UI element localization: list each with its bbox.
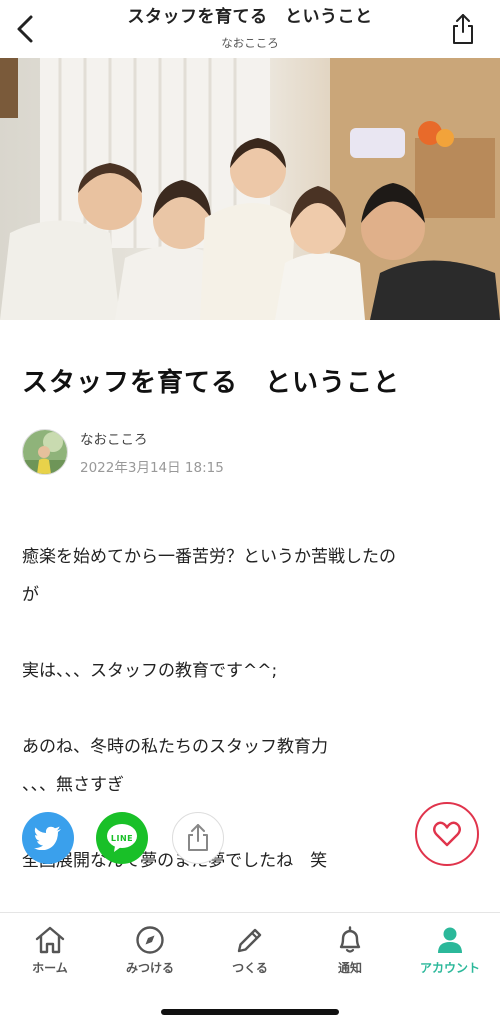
person-icon bbox=[438, 927, 462, 953]
line-share-button[interactable]: LINE bbox=[96, 812, 148, 864]
body-line: 癒楽を始めてから一番苦労？というか苦戦したの bbox=[22, 547, 396, 567]
nav-label: つくる bbox=[232, 961, 268, 975]
nav-home[interactable]: ホーム bbox=[0, 913, 100, 983]
nav-account[interactable]: アカウント bbox=[400, 913, 500, 983]
page-title: スタッフを育てる ということ bbox=[127, 6, 373, 27]
share-icon bbox=[188, 824, 208, 851]
share-icon bbox=[453, 14, 473, 44]
article-body: 癒楽を始めてから一番苦労？というか苦戦したの が 実は、、、スタッフの教育です^… bbox=[22, 538, 482, 880]
body-line: 実は、、、スタッフの教育です^^; bbox=[22, 661, 278, 681]
page-subtitle: なおこころ bbox=[221, 35, 279, 50]
compass-icon bbox=[136, 926, 164, 954]
nav-create[interactable]: つくる bbox=[200, 913, 300, 983]
like-button[interactable] bbox=[415, 802, 479, 866]
post-date: 2022年3月14日 18:15 bbox=[80, 460, 224, 476]
twitter-share-button[interactable] bbox=[22, 812, 74, 864]
avatar[interactable] bbox=[22, 429, 68, 475]
chevron-left-icon bbox=[17, 15, 33, 43]
nav-label: アカウント bbox=[419, 961, 480, 975]
hero-photo bbox=[0, 58, 500, 320]
author-name[interactable]: なおこころ bbox=[80, 428, 224, 448]
back-button[interactable] bbox=[8, 10, 42, 48]
nav-label: 通知 bbox=[337, 961, 362, 975]
bottom-nav: ホーム みつける つくる 通知 アカウント bbox=[0, 912, 500, 1025]
author-row[interactable]: なおこころ 2022年3月14日 18:15 bbox=[22, 428, 224, 476]
nav-label: ホーム bbox=[32, 961, 68, 975]
home-indicator[interactable] bbox=[161, 1009, 339, 1015]
home-icon bbox=[35, 926, 65, 954]
twitter-bird-icon bbox=[34, 826, 61, 850]
body-line: 全国展開なんて夢のまた夢でしたね 笑 bbox=[22, 851, 328, 871]
nav-discover[interactable]: みつける bbox=[100, 913, 200, 983]
article-title: スタッフを育てる ということ bbox=[22, 368, 401, 398]
line-label: LINE bbox=[110, 833, 134, 843]
heart-icon bbox=[433, 821, 461, 847]
pencil-icon bbox=[237, 928, 262, 953]
body-line: が bbox=[22, 585, 39, 605]
share-sheet-button[interactable] bbox=[172, 812, 224, 864]
share-button[interactable] bbox=[446, 10, 480, 48]
top-bar: スタッフを育てる ということ なおこころ bbox=[0, 0, 500, 58]
nav-label: みつける bbox=[125, 961, 174, 975]
nav-notifications[interactable]: 通知 bbox=[300, 913, 400, 983]
body-line: あのね、冬時の私たちのスタッフ教育力 bbox=[22, 737, 328, 757]
body-line: 、、、無さすぎ bbox=[22, 775, 124, 795]
bell-icon bbox=[339, 926, 361, 953]
